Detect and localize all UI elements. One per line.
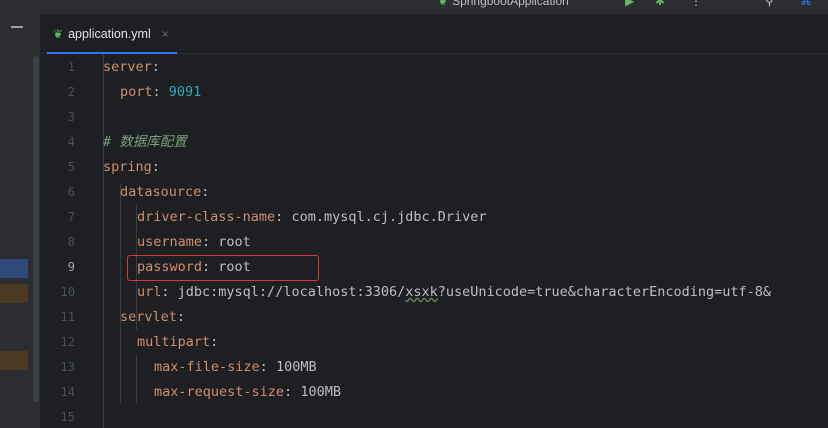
yaml-separator: : [151,159,160,175]
spring-leaf-icon: ❦ [438,0,449,8]
yaml-value-underlined: xsxk [405,284,438,300]
run-configuration-label: SpringbootApplication [452,0,569,8]
code-line[interactable]: port: 9091 [120,80,201,105]
line-number: 6 [67,185,75,199]
yaml-key: multipart [137,334,211,350]
yaml-key: servlet [120,309,177,325]
line-number: 1 [67,60,75,74]
run-icon[interactable]: ▶ [625,0,634,8]
code-line[interactable]: password: root [137,255,251,280]
line-number: 14 [60,385,75,399]
line-number-gutter: 1 2 3 4 5 6 7 8 9 10 11 12 13 14 15 [41,54,93,428]
yaml-value: jdbc:mysql://localhost:3306/ [177,284,406,300]
indent-guide [103,54,104,428]
change-marker [0,351,28,370]
code-line[interactable]: max-request-size: 100MB [154,380,341,405]
yaml-key: password [137,259,203,275]
yaml-value: 9091 [168,84,202,100]
yaml-value: ?useUnicode=true&characterEncoding=utf-8… [437,284,771,300]
indent-guide [120,183,121,403]
more-actions-icon[interactable]: ⋮ [690,0,702,8]
code-line[interactable]: spring: [103,155,160,180]
debug-icon[interactable]: ✱ [655,0,665,8]
line-number: 2 [67,85,75,99]
code-line[interactable]: # 数据库配置 [103,130,187,155]
yaml-separator: : [152,84,169,100]
line-number: 4 [67,135,75,149]
yaml-key: port [120,84,153,100]
translate-icon[interactable]: ⌘ [800,0,812,8]
tab-label: application.yml [68,26,151,41]
yaml-value: root [218,259,251,275]
change-marker [0,284,28,303]
line-number: 11 [60,310,75,324]
yaml-separator: : [202,259,219,275]
code-line[interactable]: max-file-size: 100MB [154,355,317,380]
current-line-marker [0,259,28,278]
code-line[interactable]: multipart: [137,330,218,355]
line-number: 5 [67,160,75,174]
line-number: 12 [60,335,75,349]
add-user-icon[interactable]: ⚲ [765,0,774,8]
tab-application-yml[interactable]: ❦ application.yml × [47,14,179,53]
yaml-key: server [103,59,152,75]
line-number: 15 [60,410,75,424]
yaml-key: username [137,234,203,250]
yaml-separator: : [284,384,301,400]
line-number: 8 [67,235,75,249]
yaml-separator: : [151,59,160,75]
yaml-key: spring [103,159,152,175]
yaml-separator: : [259,359,276,375]
line-number: 10 [60,285,75,299]
collapse-icon[interactable] [11,26,23,28]
yaml-value: 100MB [275,359,317,375]
code-area[interactable]: server: port: 9091 # 数据库配置 spring: datasourc… [103,54,828,428]
yaml-value: com.mysql.cj.jdbc.Driver [291,209,487,225]
left-tool-strip [0,14,41,428]
code-line[interactable]: driver-class-name: com.mysql.cj.jdbc.Dri… [137,205,487,230]
yaml-separator: : [202,234,219,250]
code-editor[interactable]: 1 2 3 4 5 6 7 8 9 10 11 12 13 14 15 server: port: 9091 #… [41,54,828,428]
code-line[interactable]: servlet: [120,305,185,330]
line-number: 9 [67,260,75,274]
code-line[interactable]: server: [103,55,160,80]
line-number: 3 [67,110,75,124]
yaml-value: root [218,234,251,250]
yaml-key: max-file-size [154,359,260,375]
yaml-key: datasource [120,184,202,200]
yaml-key: driver-class-name [137,209,276,225]
yaml-value: 100MB [300,384,341,400]
indent-guide [136,355,137,403]
yaml-key: url [137,284,162,300]
code-line[interactable]: url: jdbc:mysql://localhost:3306/xsxk?us… [137,280,771,305]
left-scroll-strip[interactable] [33,56,39,402]
line-number: 13 [60,360,75,374]
editor-tab-bar: ❦ application.yml × [41,14,828,54]
line-number: 7 [67,210,75,224]
code-line[interactable]: username: root [137,230,251,255]
yaml-separator: : [176,309,186,325]
yaml-separator: : [161,284,178,300]
yaml-separator: : [275,209,292,225]
spring-leaf-icon: ❦ [53,26,64,41]
title-bar: ❦ SpringbootApplication ▶ ✱ ⋮ ⚲ ⌘ [0,0,828,14]
yaml-key: max-request-size [154,384,285,400]
run-configuration-selector[interactable]: ❦ SpringbootApplication [438,0,569,8]
yaml-separator: : [201,184,210,200]
code-line[interactable]: datasource: [120,180,209,205]
yaml-separator: : [210,334,219,350]
close-tab-icon[interactable]: × [162,27,169,41]
yaml-comment: # 数据库配置 [103,134,187,150]
